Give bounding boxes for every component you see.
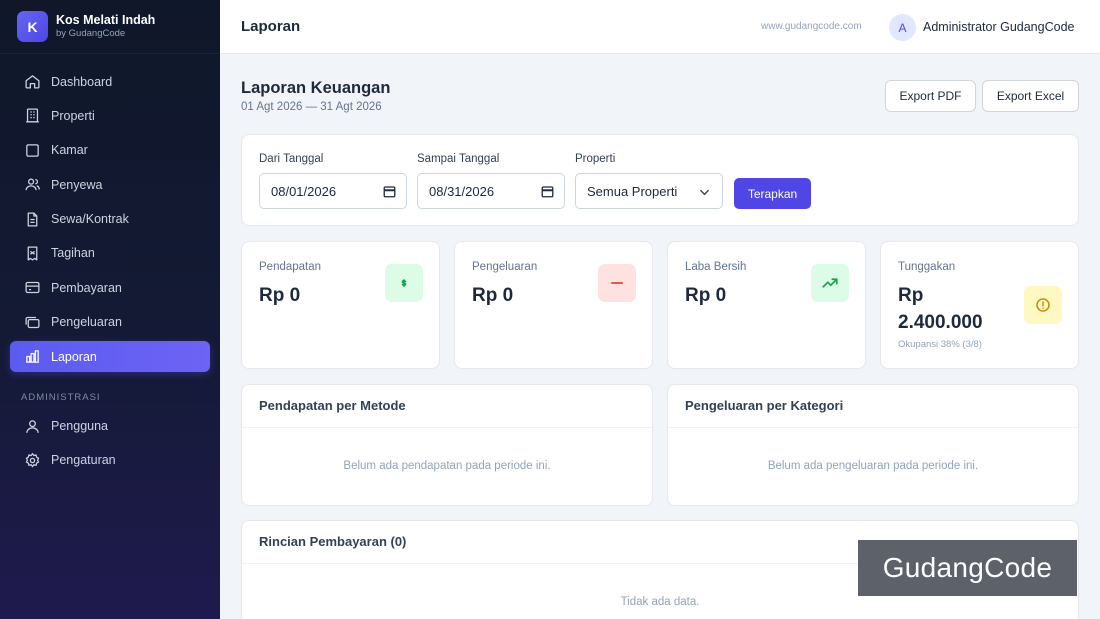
sidebar-item-label: Pembayaran (51, 280, 122, 295)
sidebar-item-laporan[interactable]: Laporan (10, 341, 210, 373)
property-select[interactable]: Semua Properti (575, 173, 723, 209)
brand-sub: by GudangCode (56, 28, 126, 39)
panel-title: Pengeluaran per Kategori (685, 398, 844, 413)
sidebar-item-label: Laporan (51, 349, 97, 364)
chevron-down-icon (700, 189, 709, 196)
header-user-name[interactable]: Administrator GudangCode (923, 20, 1074, 34)
sidebar-item-pengaturan[interactable]: Pengaturan (10, 445, 210, 476)
apply-filter-button[interactable]: Terapkan (734, 178, 811, 209)
calendar-icon[interactable] (383, 185, 396, 198)
money-icon (401, 279, 407, 287)
sidebar-item-label: Kamar (51, 143, 88, 158)
stat-label: Pendapatan (259, 261, 322, 273)
header-title: Laporan (241, 18, 301, 35)
panel-empty-message: Belum ada pendapatan pada periode ini. (343, 460, 551, 472)
user-icon (26, 419, 39, 433)
stat-icon-box (385, 264, 423, 302)
users-icon (25, 178, 40, 191)
calendar-icon[interactable] (541, 185, 554, 198)
stat-card-income: Pendapatan Rp 0 (241, 241, 440, 369)
sidebar-item-label: Penyewa (51, 177, 103, 192)
to-date-input[interactable]: 08/31/2026 (417, 173, 565, 209)
sidebar-item-label: Properti (51, 108, 95, 123)
stat-label: Tunggakan (898, 261, 956, 273)
stat-icon-box (598, 264, 636, 302)
avatar[interactable]: A (889, 14, 916, 41)
minus-icon (611, 282, 623, 284)
stat-value-line: Rp (898, 285, 924, 306)
stat-sub: Okupansi 38% (3/8) (898, 339, 982, 350)
main-content: Laporan Keuangan 01 Agt 2026 — 31 Agt 20… (220, 54, 1100, 619)
square-icon (26, 143, 39, 157)
alert-circle-icon (1036, 298, 1050, 312)
stat-icon-box (811, 264, 849, 302)
trending-up-icon (822, 278, 838, 288)
panel-empty-message: Tidak ada data. (620, 596, 700, 608)
stat-value: Rp 0 (685, 285, 727, 306)
home-icon (25, 75, 40, 89)
sidebar-item-properti[interactable]: Properti (10, 100, 210, 131)
stat-card-expense: Pengeluaran Rp 0 (454, 241, 653, 369)
bar-chart-icon (26, 350, 39, 363)
panel-income-by-method: Pendapatan per Metode Belum ada pendapat… (241, 384, 653, 506)
stat-icon-box (1024, 286, 1062, 324)
sidebar-section-title: ADMINISTRASI (21, 391, 101, 403)
building-icon (26, 108, 39, 123)
panel-divider (242, 427, 652, 428)
stat-value: Rp 0 (259, 285, 301, 306)
sidebar-item-pengguna[interactable]: Pengguna (10, 411, 210, 442)
brand-logo: K (17, 11, 48, 42)
sidebar-item-dashboard[interactable]: Dashboard (10, 66, 210, 97)
watermark: GudangCode (858, 540, 1077, 596)
sidebar-item-sewa-kontrak[interactable]: Sewa/Kontrak (10, 204, 210, 235)
sidebar-item-label: Pengguna (51, 419, 109, 434)
credit-card-icon (25, 282, 40, 294)
export-excel-button[interactable]: Export Excel (982, 80, 1079, 112)
brand-name: Kos Melati Indah (56, 13, 156, 27)
page-title: Laporan Keuangan (241, 79, 391, 97)
sidebar-item-label: Dashboard (51, 74, 113, 89)
sidebar-item-label: Pengaturan (51, 453, 116, 468)
property-label: Properti (575, 153, 616, 165)
sidebar: K Kos Melati Indah by GudangCode Dashboa… (0, 0, 220, 619)
stat-card-arrears: Tunggakan Rp 2.400.000 Okupansi 38% (3/8… (880, 241, 1079, 369)
from-date-label: Dari Tanggal (259, 153, 324, 165)
sidebar-nav: Dashboard Properti Kamar Penyewa Sewa/Ko… (0, 54, 220, 476)
panel-divider (668, 427, 1078, 428)
sidebar-item-tagihan[interactable]: Tagihan (10, 238, 210, 269)
brand[interactable]: K Kos Melati Indah by GudangCode (0, 0, 220, 54)
stat-value: Rp 2.400.000 (898, 282, 983, 336)
panel-empty-message: Belum ada pengeluaran pada periode ini. (767, 460, 979, 472)
sidebar-item-label: Tagihan (51, 246, 95, 261)
sidebar-item-pembayaran[interactable]: Pembayaran (10, 272, 210, 303)
sidebar-item-kamar[interactable]: Kamar (10, 135, 210, 166)
stat-card-profit: Laba Bersih Rp 0 (667, 241, 866, 369)
document-icon (27, 212, 38, 227)
receipt-icon (27, 246, 38, 261)
from-date-value: 08/01/2026 (271, 183, 337, 199)
stat-label: Pengeluaran (472, 261, 538, 273)
sidebar-item-pengeluaran[interactable]: Pengeluaran (10, 307, 210, 338)
gear-icon (25, 452, 40, 468)
header-site-link[interactable]: www.gudangcode.com (761, 21, 862, 32)
page-date-range: 01 Agt 2026 — 31 Agt 2026 (241, 101, 382, 113)
to-date-label: Sampai Tanggal (417, 153, 500, 165)
filter-card: Dari Tanggal 08/01/2026 Sampai Tanggal 0… (241, 134, 1079, 226)
stat-label: Laba Bersih (685, 261, 747, 273)
panel-title: Rincian Pembayaran (0) (259, 534, 407, 549)
panel-expense-by-category: Pengeluaran per Kategori Belum ada penge… (667, 384, 1079, 506)
panel-title: Pendapatan per Metode (259, 398, 406, 413)
sidebar-item-label: Pengeluaran (51, 315, 122, 330)
stat-value-line: 2.400.000 (898, 312, 983, 333)
wallet-icon (25, 316, 40, 328)
to-date-value: 08/31/2026 (429, 183, 495, 199)
from-date-input[interactable]: 08/01/2026 (259, 173, 407, 209)
property-select-value: Semua Properti (587, 183, 678, 199)
sidebar-item-label: Sewa/Kontrak (51, 212, 129, 227)
export-pdf-button[interactable]: Export PDF (885, 80, 976, 112)
top-header: Laporan www.gudangcode.com A Administrat… (220, 0, 1100, 54)
sidebar-item-penyewa[interactable]: Penyewa (10, 169, 210, 200)
stat-value: Rp 0 (472, 285, 514, 306)
